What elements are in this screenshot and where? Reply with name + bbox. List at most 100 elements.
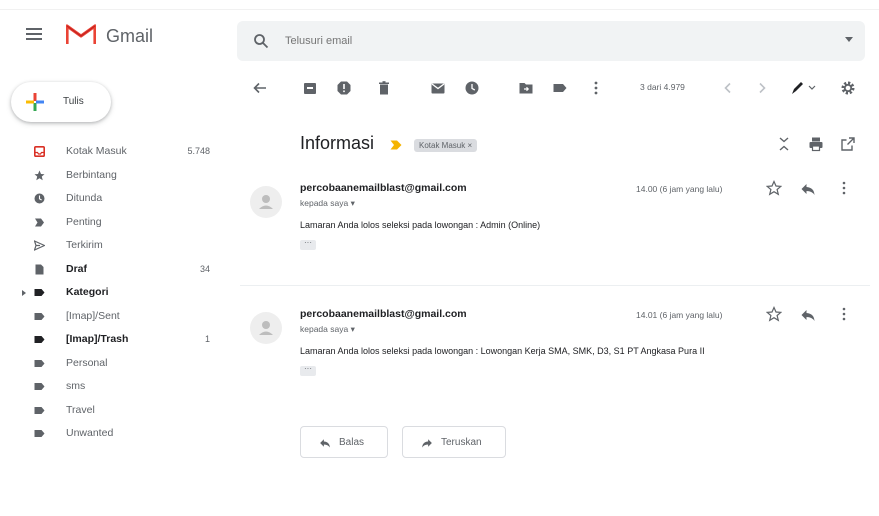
sidebar-item-label: Unwanted <box>66 427 114 439</box>
move-to-icon[interactable] <box>518 80 534 96</box>
sidebar-item-drafts[interactable]: Draf 34 <box>0 258 222 282</box>
sidebar-item-starred[interactable]: Berbintang <box>0 164 222 188</box>
sidebar-item-label: Ditunda <box>66 192 103 204</box>
forward-button[interactable]: Teruskan <box>402 426 506 458</box>
sidebar-item-label: Penting <box>66 215 102 228</box>
expand-all-icon[interactable] <box>776 136 792 152</box>
print-icon[interactable] <box>808 136 824 152</box>
label-icon <box>34 312 45 320</box>
label-as-icon[interactable] <box>552 80 568 96</box>
item-count: 1 <box>204 334 210 344</box>
message-time: 14.00 (6 jam yang lalu) <box>636 184 723 194</box>
draft-icon <box>35 264 44 274</box>
label-icon <box>34 383 45 390</box>
sender-email: percobaanemailblast@gmail.com <box>300 182 467 194</box>
compose-button[interactable]: Tulis <box>11 82 111 122</box>
search-input[interactable] <box>285 31 805 51</box>
sidebar-item-imap-sent[interactable]: [Imap]/Sent <box>0 305 222 329</box>
sidebar-item-label: Kotak Masuk <box>66 145 127 157</box>
sidebar-item-snoozed[interactable]: Ditunda <box>0 187 222 211</box>
sidebar-item-important[interactable]: Penting <box>0 211 222 235</box>
thread-subject: Informasi <box>300 133 375 153</box>
sidebar-item-sms[interactable]: sms <box>0 375 222 399</box>
report-spam-icon[interactable] <box>336 80 352 96</box>
sidebar-item-label: Terkirim <box>66 239 103 251</box>
header: Gmail <box>0 10 879 64</box>
star-icon <box>34 170 45 180</box>
important-marker-icon[interactable] <box>390 140 402 150</box>
sidebar-item-label: [Imap]/Sent <box>66 309 120 322</box>
inbox-icon <box>34 146 45 157</box>
more-options-icon[interactable] <box>592 80 600 96</box>
show-trimmed-content[interactable]: ··· <box>300 365 316 376</box>
item-count: 34 <box>199 263 210 274</box>
expand-arrow-icon[interactable] <box>22 290 26 296</box>
sidebar-item-label: Kategori <box>66 286 109 298</box>
message-item[interactable]: percobaanemailblast@gmail.com kepada say… <box>240 304 870 404</box>
inbox-label-chip[interactable]: Kotak Masuk × <box>414 139 478 152</box>
sidebar-item-label: sms <box>66 380 86 392</box>
pagination-text: 3 dari 4.979 <box>640 82 685 92</box>
app-brand[interactable]: Gmail <box>106 26 153 47</box>
sidebar-item-label: Draf <box>66 262 88 275</box>
reply-icon[interactable] <box>800 307 816 323</box>
open-new-window-icon[interactable] <box>840 136 856 152</box>
star-icon[interactable] <box>766 306 782 322</box>
newer-chevron-icon[interactable] <box>720 80 736 96</box>
recipient-details[interactable]: kepada saya ▾ <box>300 324 355 335</box>
send-icon <box>34 240 45 251</box>
main-menu-icon[interactable] <box>26 28 42 40</box>
person-icon <box>259 195 273 209</box>
more-vert-icon[interactable] <box>840 306 848 322</box>
star-icon[interactable] <box>766 180 782 196</box>
thread-subject-row: Informasi Kotak Masuk × <box>300 128 870 162</box>
sidebar-item-unwanted[interactable]: Unwanted <box>0 422 222 446</box>
message-body: Lamaran Anda lolos seleksi pada lowongan… <box>300 346 705 356</box>
sidebar-item-sent[interactable]: Terkirim <box>0 234 222 258</box>
reply-icon[interactable] <box>800 181 816 197</box>
important-icon <box>35 218 44 226</box>
clock-icon <box>34 193 45 204</box>
reply-label: Balas <box>339 437 365 448</box>
search-options-icon[interactable] <box>845 37 853 42</box>
label-icon <box>34 359 45 367</box>
message-toolbar: 3 dari 4.979 <box>240 76 870 102</box>
unread-count: 5.748 <box>187 146 210 156</box>
search-bar[interactable] <box>237 21 865 61</box>
show-trimmed-content[interactable]: ··· <box>300 239 316 250</box>
scrollbar[interactable] <box>872 100 878 510</box>
message-time: 14.01 (6 jam yang lalu) <box>636 310 723 320</box>
more-vert-icon[interactable] <box>840 180 848 196</box>
reply-button[interactable]: Balas <box>300 426 388 458</box>
sidebar-item-imap-trash[interactable]: [Imap]/Trash 1 <box>0 328 222 352</box>
forward-label: Teruskan <box>441 437 482 448</box>
sidebar-item-travel[interactable]: Travel <box>0 399 222 423</box>
message-body: Lamaran Anda lolos seleksi pada lowongan… <box>300 220 541 230</box>
label-icon <box>34 406 45 414</box>
message-divider <box>240 285 870 286</box>
sidebar-item-personal[interactable]: Personal <box>0 352 222 376</box>
sidebar-item-inbox[interactable]: Kotak Masuk 5.748 <box>0 140 222 164</box>
delete-icon[interactable] <box>376 80 392 96</box>
label-icon <box>34 336 45 343</box>
sidebar-item-label: [Imap]/Trash <box>66 333 129 345</box>
settings-gear-icon[interactable] <box>840 80 856 96</box>
gmail-logo-icon[interactable] <box>66 23 96 45</box>
search-icon[interactable] <box>253 33 269 49</box>
compose-plus-icon <box>26 93 44 111</box>
input-tools-icon[interactable] <box>790 80 816 96</box>
sender-avatar <box>250 186 282 218</box>
sidebar-item-categories[interactable]: Kategori <box>0 281 222 305</box>
recipient-details[interactable]: kepada saya ▾ <box>300 198 355 209</box>
sender-avatar <box>250 312 282 344</box>
older-chevron-icon[interactable] <box>754 80 770 96</box>
forward-icon <box>422 439 432 448</box>
mark-unread-icon[interactable] <box>430 80 446 96</box>
sidebar-nav: Kotak Masuk 5.748 Berbintang Ditunda Pen… <box>0 140 225 446</box>
message-item[interactable]: percobaanemailblast@gmail.com kepada say… <box>240 178 870 278</box>
back-arrow-icon[interactable] <box>252 80 268 96</box>
sender-email: percobaanemailblast@gmail.com <box>300 308 467 320</box>
label-icon <box>34 430 45 437</box>
archive-icon[interactable] <box>302 80 318 96</box>
snooze-icon[interactable] <box>464 80 480 96</box>
